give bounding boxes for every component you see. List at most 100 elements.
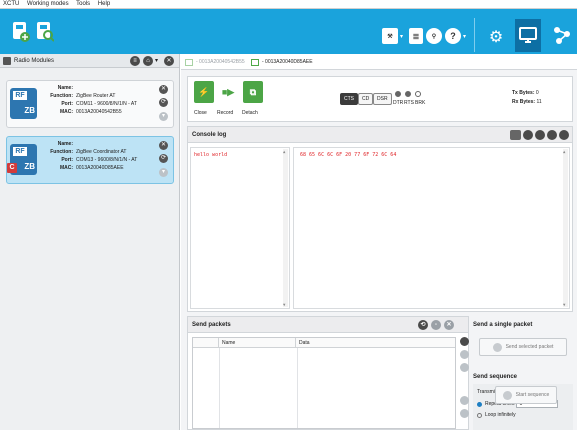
module-details: Name: Function: ZigBee Coordinator AT Por… [45, 140, 137, 172]
port-value: COM11 - 9600/8/N/1/N - AT [76, 101, 137, 107]
detach-button[interactable]: ⧉ [243, 81, 263, 103]
discover-modules-button[interactable] [34, 21, 54, 42]
hex-log-text: 68 65 6C 6C 6F 20 77 6F 72 6C 64 [300, 152, 397, 158]
start-sequence-button[interactable]: Start sequence [495, 386, 557, 404]
save-log-icon[interactable] [535, 130, 545, 140]
record-label: Record [217, 110, 234, 116]
packets-table-header: Name Data [193, 338, 455, 348]
function-label: Function: [50, 149, 73, 155]
tx-bytes-label: Tx Bytes: [512, 90, 535, 96]
tools-button[interactable]: ⚒ [382, 28, 398, 44]
dtr-label: DTR [393, 100, 404, 106]
monitor-icon [519, 27, 537, 43]
clear-packets-icon[interactable]: ✕ [444, 320, 454, 330]
zb-logo: ZB [24, 106, 35, 115]
menu-tools[interactable]: Tools [76, 1, 90, 7]
configuration-mode-button[interactable]: ⚙ [486, 27, 506, 47]
tab-module-1[interactable]: - 0013A20040542B55 [185, 54, 245, 70]
clear-log-icon[interactable] [559, 130, 569, 140]
edit-packet-icon[interactable] [460, 350, 469, 359]
send-packets-panel: Send packets ⟲ ▫ ✕ Name Data [187, 316, 469, 430]
packets-table[interactable]: Name Data [192, 337, 456, 429]
index-column [193, 338, 219, 347]
record-button[interactable]: ■▶ [218, 81, 238, 103]
consoles-mode-button[interactable] [518, 25, 538, 45]
load-packets-icon[interactable]: ⟲ [418, 320, 428, 330]
radio-module-item[interactable]: RF ZB Name: Function: ZigBee Router AT Po… [6, 80, 174, 128]
console-log-title: Console log [192, 132, 227, 138]
rx-bytes-label: Rx Bytes: [512, 99, 536, 105]
help-button[interactable]: ? [445, 28, 461, 44]
send-single-title: Send a single packet [473, 322, 533, 328]
tools-dropdown-icon[interactable]: ▾ [400, 33, 403, 40]
menu-app[interactable]: XCTU [3, 1, 19, 7]
remove-module-icon[interactable]: ✕ [159, 141, 168, 150]
repeat-radio[interactable] [477, 401, 482, 407]
move-down-icon[interactable] [460, 409, 469, 418]
name-column-header[interactable]: Name [219, 338, 296, 347]
radio-modules-title: Radio Modules [14, 58, 55, 64]
menu-working-modes[interactable]: Working modes [27, 1, 69, 7]
discover-network-icon[interactable]: ⟳ [159, 154, 168, 163]
search-button[interactable]: ⚲ [426, 28, 442, 44]
network-mode-button[interactable] [552, 25, 572, 45]
byte-counters: Tx Bytes: 0 Rx Bytes: 11 [512, 89, 542, 107]
help-dropdown-icon[interactable]: ▾ [463, 33, 466, 40]
plug-icon: ⚡ [198, 86, 210, 97]
cd-indicator: CD [358, 93, 374, 105]
send-selected-packet-button[interactable]: Send selected packet [479, 338, 567, 356]
radio-modules-header: Radio Modules ≡ ⌂ ▾ ✕ [0, 54, 179, 68]
send-sequence-title: Send sequence [473, 374, 518, 380]
remove-all-icon[interactable]: ✕ [164, 56, 174, 66]
tools-icon: ⚒ [387, 33, 393, 40]
console-log-actions [508, 130, 569, 140]
gear-icon: ⚙ [488, 29, 504, 46]
rts-toggle[interactable] [405, 91, 411, 97]
hex-scrollbar[interactable] [563, 149, 568, 307]
settings-dropdown-icon[interactable]: ▾ [155, 54, 158, 68]
add-module-button[interactable] [10, 21, 30, 42]
search-icon: ⚲ [431, 33, 437, 40]
tab-module-2-active[interactable]: - 0013A20040D85AEE [251, 54, 313, 70]
remove-module-icon[interactable]: ✕ [159, 85, 168, 94]
name-label: Name: [57, 141, 73, 147]
menu-help[interactable]: Help [98, 1, 110, 7]
pause-icon[interactable] [510, 130, 521, 140]
move-up-icon[interactable] [460, 396, 469, 405]
remove-packet-icon[interactable] [460, 363, 469, 372]
console-workspace: - 0013A20040542B55 - 0013A20040D85AEE ⚡ … [181, 54, 577, 430]
module-actions-icon[interactable]: ▾ [159, 168, 168, 177]
console-log-header: Console log [188, 127, 572, 143]
brk-label: BRK [415, 100, 426, 106]
grid-line [297, 348, 298, 428]
rf-logo: RF [13, 91, 27, 100]
loop-row: Loop infinitely [477, 412, 516, 418]
rx-bytes-value: 11 [536, 99, 542, 105]
close-connection-button[interactable]: ⚡ [194, 81, 214, 103]
brk-toggle[interactable] [415, 91, 421, 97]
console-tab-icon [185, 58, 193, 66]
discover-network-icon[interactable]: ⟳ [159, 98, 168, 107]
module-settings-icon[interactable]: ⌂ [143, 56, 153, 66]
ascii-scrollbar[interactable] [283, 149, 288, 307]
hex-log-view[interactable]: 68 65 6C 6C 6F 20 77 6F 72 6C 64 [293, 147, 570, 309]
port-label: Port: [61, 157, 73, 163]
module-actions-icon[interactable]: ▾ [159, 112, 168, 121]
frames-generator-button[interactable]: ≣ [409, 28, 423, 44]
port-label: Port: [61, 101, 73, 107]
function-value: ZigBee Router AT [76, 93, 116, 99]
filter-icon[interactable]: ≡ [130, 56, 140, 66]
refresh-icon[interactable] [523, 130, 533, 140]
send-packets-title: Send packets [192, 322, 231, 328]
loop-radio[interactable] [477, 412, 482, 418]
dtr-toggle[interactable] [395, 91, 401, 97]
console-controls: ⚡ Close ■▶ Record ⧉ Detach CTS CD DSR DT… [187, 76, 573, 122]
ascii-log-view[interactable]: hello world [190, 147, 290, 309]
add-packet-icon[interactable] [460, 337, 469, 346]
toolbar-divider [474, 18, 475, 52]
save-packets-icon[interactable]: ▫ [431, 320, 441, 330]
radio-module-item-selected[interactable]: RF ZB C Name: Function: ZigBee Coordinato… [6, 136, 174, 184]
lock-icon[interactable] [547, 130, 557, 140]
rf-logo: RF [13, 147, 27, 156]
data-column-header[interactable]: Data [296, 338, 455, 347]
